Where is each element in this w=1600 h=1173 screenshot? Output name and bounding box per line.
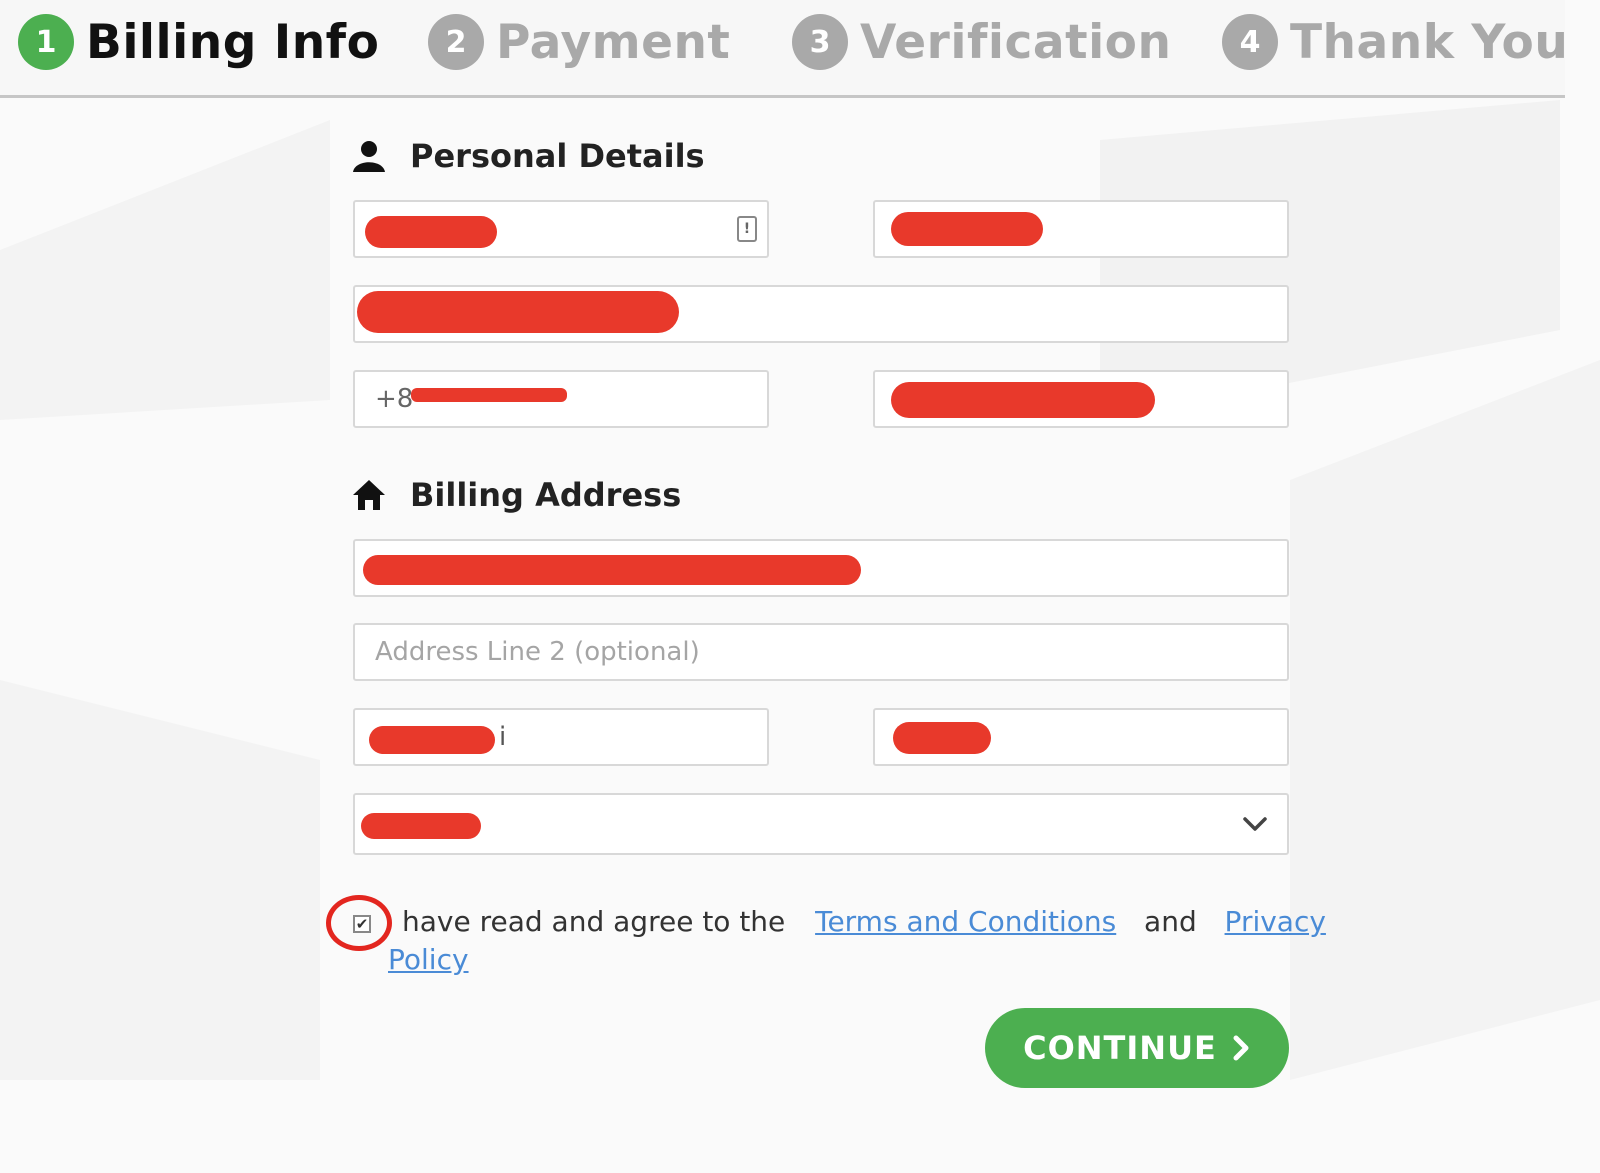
- agreement-line: Policy: [388, 941, 469, 979]
- address-line2-field[interactable]: [353, 623, 1289, 681]
- redaction-mark: [891, 382, 1155, 418]
- autofill-icon: !: [737, 216, 757, 242]
- chevron-right-icon: [1233, 1035, 1249, 1061]
- checkout-steps: 1 Billing Info 2 Payment 3 Verification …: [0, 0, 1568, 98]
- address-line2-input[interactable]: [375, 625, 1287, 679]
- step-billing-info[interactable]: 1 Billing Info: [18, 12, 379, 72]
- redaction-mark: [369, 726, 495, 754]
- agree-checkbox[interactable]: ✔: [353, 915, 371, 933]
- personal-details-heading: Personal Details: [352, 137, 705, 175]
- step-payment[interactable]: 2 Payment: [428, 12, 730, 72]
- step-label: Verification: [860, 14, 1172, 70]
- country-select[interactable]: [353, 793, 1289, 855]
- last-name-field[interactable]: [873, 200, 1289, 258]
- step-verification[interactable]: 3 Verification: [792, 12, 1171, 72]
- billing-address-heading: Billing Address: [352, 476, 681, 514]
- step-thank-you[interactable]: 4 Thank You: [1222, 12, 1568, 72]
- redaction-mark: [893, 722, 991, 754]
- company-field[interactable]: [873, 370, 1289, 428]
- privacy-link[interactable]: Privacy: [1225, 905, 1326, 938]
- phone-prefix: +8: [375, 384, 414, 414]
- and-text: and: [1144, 905, 1197, 938]
- agree-checkbox-highlight: ✔: [326, 895, 392, 951]
- redaction-mark: [365, 216, 497, 248]
- postcode-field[interactable]: [873, 708, 1289, 766]
- address-line1-field[interactable]: [353, 539, 1289, 597]
- home-icon: [352, 478, 386, 512]
- section-title: Personal Details: [410, 137, 705, 175]
- city-field[interactable]: i: [353, 708, 769, 766]
- step-number-badge: 3: [792, 14, 848, 70]
- step-number-badge: 2: [428, 14, 484, 70]
- continue-button[interactable]: CONTINUE: [985, 1008, 1289, 1088]
- redaction-mark: [363, 555, 861, 585]
- step-label: Thank You: [1290, 14, 1569, 70]
- redaction-mark: [361, 813, 481, 839]
- step-number-badge: 4: [1222, 14, 1278, 70]
- first-name-field[interactable]: !: [353, 200, 769, 258]
- phone-field[interactable]: +8: [353, 370, 769, 428]
- terms-link[interactable]: Terms and Conditions: [815, 905, 1116, 938]
- step-label: Billing Info: [86, 14, 380, 70]
- step-label: Payment: [496, 14, 731, 70]
- section-title: Billing Address: [410, 476, 682, 514]
- redaction-mark: [891, 212, 1043, 246]
- redaction-mark: [411, 388, 567, 402]
- chevron-down-icon: [1243, 817, 1267, 831]
- agreement-line: have read and agree to the Terms and Con…: [402, 903, 1326, 941]
- city-visible-text: i: [499, 722, 507, 752]
- email-field[interactable]: [353, 285, 1289, 343]
- user-icon: [352, 139, 386, 173]
- redaction-mark: [357, 291, 679, 333]
- step-number-badge: 1: [18, 14, 74, 70]
- privacy-link-continued[interactable]: Policy: [388, 943, 469, 976]
- agreement-text: have read and agree to the: [402, 905, 786, 938]
- continue-label: CONTINUE: [1023, 1029, 1217, 1067]
